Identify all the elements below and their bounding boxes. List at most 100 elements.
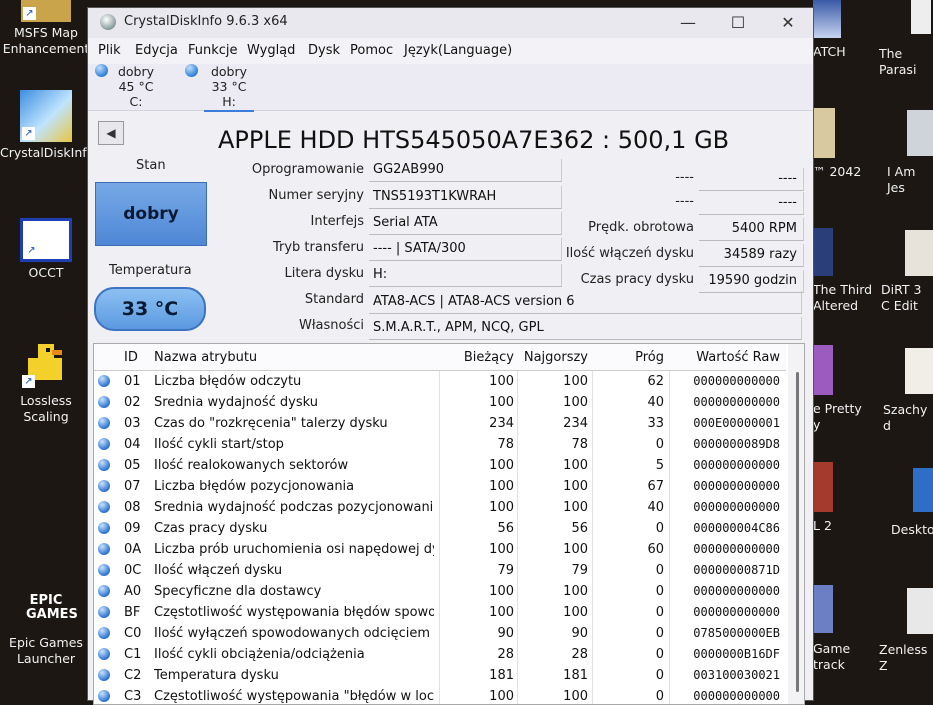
cell-name: Średnia wydajność dysku — [154, 395, 318, 410]
desktop-icon-the-parasite[interactable]: The Parasi — [879, 0, 933, 77]
desktop-icon-label: DiRT 3 C Edit — [881, 282, 922, 313]
disk-tabs: dobry 45 °C C: dobry 33 °C H: — [88, 64, 813, 112]
menu-jezyk[interactable]: Język(Language) — [404, 43, 512, 58]
table-row[interactable]: C1 Ilość cykli obciążenia/odciążenia 28 … — [94, 644, 786, 665]
desktop-icon-label: e Pretty y — [813, 401, 862, 432]
crystaldiskinfo-window: CrystalDiskInfo 9.6.3 x64 — ☐ ✕ Plik Edy… — [88, 8, 813, 705]
desktop-icon-occt[interactable]: ↗ OCCT — [0, 218, 92, 281]
desktop-icon-pretty[interactable]: e Pretty y — [813, 345, 873, 432]
status-dot-icon — [98, 459, 110, 471]
desktop-icon-crystaldiskinfo[interactable]: ↗ CrystalDiskInfo — [0, 90, 94, 161]
close-button[interactable]: ✕ — [768, 11, 808, 35]
cell-name: Specyficzne dla dostawcy — [154, 584, 322, 599]
desktop-icon-bf2042[interactable]: ™ 2042 — [813, 108, 873, 179]
desktop-icon-atch[interactable]: ATCH — [813, 0, 853, 59]
cell-current: 100 — [489, 458, 514, 473]
table-row[interactable]: 0C Ilość włączeń dysku 79 79 0 000000008… — [94, 560, 786, 581]
disk-tab-h[interactable]: dobry 33 °C H: — [185, 64, 254, 112]
desktop-icon-zenless[interactable]: Zenless Z — [879, 588, 933, 673]
table-row[interactable]: 05 Ilość realokowanych sektorów 100 100 … — [94, 455, 786, 476]
cell-raw: 000000000000 — [693, 458, 780, 472]
header-threshold[interactable]: Próg — [592, 350, 664, 365]
previous-disk-button[interactable]: ◀ — [98, 121, 124, 145]
disk-tab-letter: H: — [222, 94, 236, 109]
desktop-icon-l2[interactable]: L 2 — [813, 462, 853, 533]
table-row[interactable]: A0 Specyficzne dla dostawcy 100 100 0 00… — [94, 581, 786, 602]
game-icon — [813, 585, 833, 633]
table-row[interactable]: 09 Czas pracy dysku 56 56 0 000000004C86 — [94, 518, 786, 539]
table-scrollbar[interactable] — [788, 344, 804, 704]
temperature-value[interactable]: 33 °C — [94, 287, 206, 331]
disk-tab-status: dobry — [210, 64, 248, 79]
desktop-icon-game-track[interactable]: Game track — [813, 585, 873, 672]
table-row[interactable]: 03 Czas do "rozkręcenia" talerzy dysku 2… — [94, 413, 786, 434]
desktop-icon-dirt3[interactable]: DiRT 3 C Edit — [881, 230, 933, 313]
cell-raw: 000000000000 — [693, 605, 780, 619]
menu-edycja[interactable]: Edycja — [135, 43, 178, 58]
cell-raw: 000000000000 — [693, 500, 780, 514]
epic-games-logo-icon: EPIC GAMES — [26, 593, 78, 622]
firmware-label: Oprogramowanie — [251, 162, 364, 177]
menu-pomoc[interactable]: Pomoc — [350, 43, 393, 58]
cell-raw: 000000000000 — [693, 374, 780, 388]
desktop-icon-lossless-scaling[interactable]: ↗ Lossless Scaling — [0, 340, 92, 425]
cell-worst: 79 — [571, 563, 588, 578]
desktop-icon-label: MSFS Map Enhancement — [2, 25, 90, 56]
cell-raw: 00000000871D — [693, 563, 780, 577]
table-row[interactable]: BF Częstotliwość występowania błędów spo… — [94, 602, 786, 623]
status-dot-icon — [98, 522, 110, 534]
cell-name: Temperatura dysku — [154, 668, 279, 683]
cell-name: Czas do "rozkręcenia" talerzy dysku — [154, 416, 388, 431]
title-bar[interactable]: CrystalDiskInfo 9.6.3 x64 — ☐ ✕ — [88, 8, 813, 38]
desktop-icon-i-am-jesus[interactable]: I Am Jes — [887, 110, 933, 195]
desktop-icon-epic-games[interactable]: EPIC GAMES Epic Games Launcher — [0, 588, 92, 667]
cell-threshold: 0 — [655, 605, 664, 620]
scrollbar-thumb[interactable] — [796, 372, 799, 692]
menu-funkcje[interactable]: Funkcje — [188, 43, 238, 58]
power-on-count-label: Ilość włączeń dysku — [565, 246, 694, 261]
table-row[interactable]: C0 Ilość wyłączeń spowodowanych odcięcie… — [94, 623, 786, 644]
status-dot-icon — [98, 396, 110, 408]
menu-dysk[interactable]: Dysk — [308, 43, 340, 58]
cell-current: 28 — [497, 647, 514, 662]
minimize-button[interactable]: — — [668, 11, 708, 35]
header-name[interactable]: Nazwa atrybutu — [154, 350, 434, 365]
drive-title: APPLE HDD HTS545050A7E362 : 500,1 GB — [218, 126, 730, 154]
table-row[interactable]: C3 Częstotliwość występowania "błędów w … — [94, 686, 786, 704]
header-worst[interactable]: Najgorszy — [518, 350, 588, 365]
cell-current: 100 — [489, 479, 514, 494]
menu-wyglad[interactable]: Wygląd — [247, 43, 295, 58]
cell-worst: 100 — [563, 689, 588, 704]
table-row[interactable]: 01 Liczba błędów odczytu 100 100 62 0000… — [94, 371, 786, 392]
header-raw[interactable]: Wartość Raw — [672, 350, 780, 365]
health-label: Stan — [136, 158, 166, 173]
health-status-button[interactable]: dobry — [95, 182, 207, 246]
table-row[interactable]: 04 Ilość cykli start/stop 78 78 0 000000… — [94, 434, 786, 455]
header-current[interactable]: Bieżący — [440, 350, 514, 365]
cell-worst: 90 — [571, 626, 588, 641]
table-row[interactable]: 02 Średnia wydajność dysku 100 100 40 00… — [94, 392, 786, 413]
menu-plik[interactable]: Plik — [98, 43, 121, 58]
serial-label: Numer seryjny — [268, 188, 364, 203]
table-row[interactable]: C2 Temperatura dysku 181 181 0 003100030… — [94, 665, 786, 686]
table-row[interactable]: 08 Średnia wydajność podczas pozycjonowa… — [94, 497, 786, 518]
desktop-icon-the-third[interactable]: The Third Altered — [813, 228, 877, 313]
cell-threshold: 40 — [647, 395, 664, 410]
smart-attributes-table[interactable]: ID Nazwa atrybutu Bieżący Najgorszy Próg… — [93, 343, 805, 705]
interface-label: Interfejs — [310, 214, 364, 229]
table-row[interactable]: 0A Liczba prób uruchomienia osi napędowe… — [94, 539, 786, 560]
desktop-icon-desktop[interactable]: Deskto — [891, 468, 933, 537]
table-row[interactable]: 07 Liczba błędów pozycjonowania 100 100 … — [94, 476, 786, 497]
desktop-icon-label: Epic Games Launcher — [9, 635, 83, 666]
cell-current: 56 — [497, 521, 514, 536]
transfer-mode-value: ---- | SATA/300 — [369, 238, 562, 261]
status-dot-icon — [98, 627, 110, 639]
desktop-icon-szachy[interactable]: Szachy d — [883, 348, 933, 433]
cell-current: 100 — [489, 605, 514, 620]
disk-tab-c[interactable]: dobry 45 °C C: — [95, 64, 158, 110]
interface-value: Serial ATA — [369, 212, 562, 235]
maximize-button[interactable]: ☐ — [718, 11, 758, 35]
desktop-icon-label: Zenless Z — [879, 642, 928, 673]
temperature-label: Temperatura — [109, 263, 192, 278]
desktop-icon-msfs[interactable]: ↗ MSFS Map Enhancement — [0, 0, 92, 57]
